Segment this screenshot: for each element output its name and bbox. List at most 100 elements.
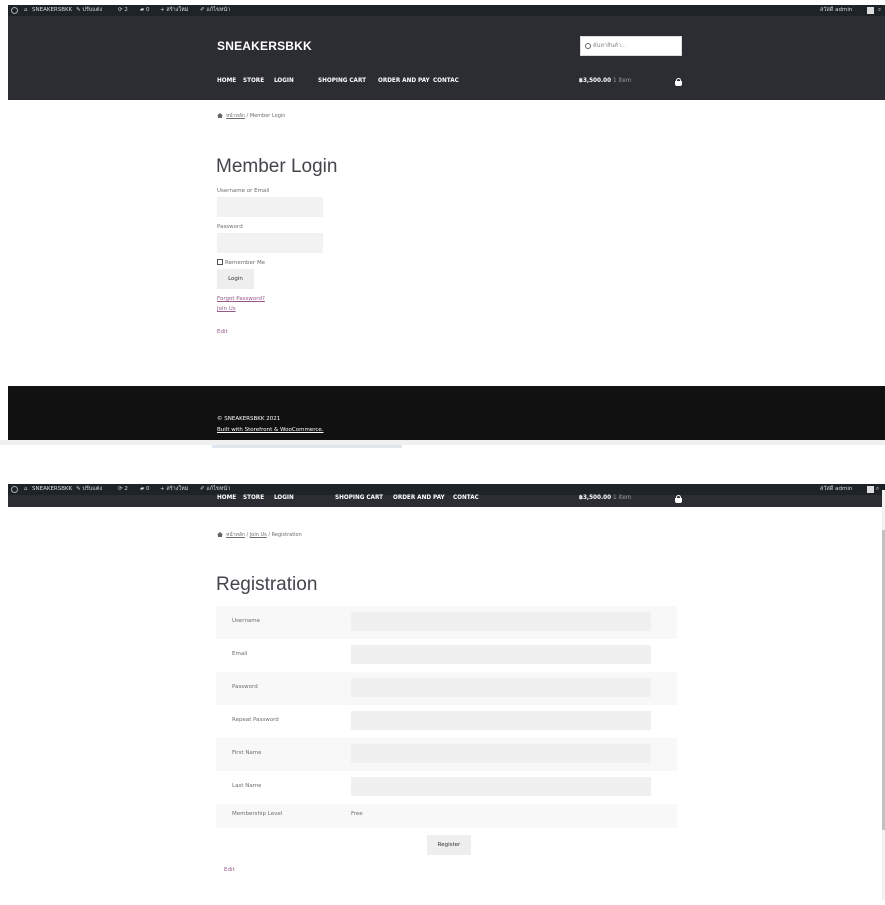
admin-greeting[interactable]: สวัสดี admin xyxy=(820,484,852,495)
site-header: HOME STORE LOGIN ⌄ SHOPING CART ORDER AN… xyxy=(8,495,885,507)
home-icon xyxy=(217,113,223,118)
chevron-down-icon: ⌄ xyxy=(274,495,279,501)
refresh-icon: ⟳ xyxy=(118,486,123,492)
registration-row-membership: Membership Level Free xyxy=(216,804,677,828)
edit-link[interactable]: Edit xyxy=(224,867,235,873)
footer-credit-link[interactable]: Built with Storefront & WooCommerce. xyxy=(217,427,324,433)
breadcrumb-join-us[interactable]: Join Us xyxy=(250,532,267,538)
registration-row-first-name: First Name xyxy=(216,738,677,771)
registration-row-repeat-password: Repeat Password xyxy=(216,705,677,738)
breadcrumb: หน้าหลัก / Member Login xyxy=(217,112,285,120)
first-name-input[interactable] xyxy=(351,744,651,763)
updates-link[interactable]: ⟳ 2 xyxy=(118,5,128,16)
nav-home[interactable]: HOME xyxy=(217,78,236,84)
main-nav: HOME STORE LOGIN ⌄ SHOPING CART ORDER AN… xyxy=(217,78,459,84)
avatar[interactable] xyxy=(867,7,874,14)
remember-checkbox[interactable] xyxy=(217,259,223,265)
username-label: Username or Email xyxy=(217,188,270,194)
login-button[interactable]: Login xyxy=(217,269,254,289)
admin-site-name[interactable]: SNEAKERSBKK xyxy=(32,484,72,495)
search-icon[interactable]: ⌕ xyxy=(878,5,881,16)
new-content-link[interactable]: + สร้างใหม่ xyxy=(160,484,188,495)
home-icon xyxy=(217,532,223,537)
breadcrumb-home[interactable]: หน้าหลัก xyxy=(226,532,245,538)
page-title: Registration xyxy=(216,574,318,595)
comments-link[interactable]: ▰ 0 xyxy=(140,5,149,16)
pencil-icon: ✐ xyxy=(200,486,205,492)
breadcrumb-home[interactable]: หน้าหลัก xyxy=(226,113,245,119)
nav-shoping-cart[interactable]: SHOPING CART xyxy=(318,78,366,84)
search-icon xyxy=(585,43,591,49)
last-name-input[interactable] xyxy=(351,777,651,796)
remember-me[interactable]: Remember Me xyxy=(217,259,265,266)
nav-order-and-pay[interactable]: ORDER AND PAY xyxy=(378,78,430,84)
membership-level-label: Membership Level xyxy=(232,811,283,817)
site-header: SNEAKERSBKK ค้นหาสินค้า... HOME STORE LO… xyxy=(8,16,885,100)
nav-store[interactable]: STORE xyxy=(243,495,264,501)
comments-link[interactable]: ▰ 0 xyxy=(140,484,149,495)
pencil-icon: ✐ xyxy=(200,7,205,13)
updates-link[interactable]: ⟳ 2 xyxy=(118,484,128,495)
repeat-password-input[interactable] xyxy=(351,711,651,730)
repeat-password-label: Repeat Password xyxy=(232,717,279,723)
register-button[interactable]: Register xyxy=(427,835,471,855)
edit-page-link[interactable]: ✐ แก้ไขหน้า xyxy=(200,5,230,16)
header-cart[interactable]: ฿3,500.00 1 item xyxy=(579,78,631,84)
registration-row-password: Password xyxy=(216,672,677,705)
nav-home[interactable]: HOME xyxy=(217,495,236,501)
footer-copyright: © SNEAKERSBKK 2021 xyxy=(217,416,281,422)
edit-page-link[interactable]: ✐ แก้ไขหน้า xyxy=(200,484,230,495)
brush-icon: ✎ xyxy=(76,7,81,13)
nav-contac[interactable]: CONTAC xyxy=(453,495,479,501)
nav-contac[interactable]: CONTAC xyxy=(433,78,459,84)
password-input[interactable] xyxy=(351,678,651,697)
password-input[interactable] xyxy=(217,233,323,253)
home-icon: ⌂ xyxy=(24,486,28,492)
search-icon[interactable]: ⌕ xyxy=(876,484,879,495)
avatar[interactable] xyxy=(867,486,874,493)
username-label: Username xyxy=(232,618,261,624)
taskbar-strip xyxy=(0,440,885,445)
admin-greeting[interactable]: สวัสดี admin xyxy=(820,5,852,16)
basket-icon[interactable] xyxy=(675,78,682,86)
breadcrumb-current: Registration xyxy=(271,532,302,538)
edit-link[interactable]: Edit xyxy=(217,329,228,335)
email-label: Email xyxy=(232,651,248,657)
join-us-link[interactable]: Join Us xyxy=(217,306,236,312)
comment-icon: ▰ xyxy=(140,486,145,492)
header-cart[interactable]: ฿3,500.00 1 item xyxy=(579,495,631,501)
registration-row-email: Email xyxy=(216,639,677,672)
first-name-label: First Name xyxy=(232,750,262,756)
admin-bar: ⌂ SNEAKERSBKK ✎ ปรับแต่ง ⟳ 2 ▰ 0 + สร้าง… xyxy=(8,5,885,16)
forgot-password-link[interactable]: Forgot Password? xyxy=(217,296,265,302)
password-label: Password xyxy=(217,224,243,230)
refresh-icon: ⟳ xyxy=(118,7,123,13)
plus-icon: + xyxy=(160,486,165,492)
registration-row-last-name: Last Name xyxy=(216,771,677,804)
page-title: Member Login xyxy=(216,156,338,177)
product-search-input[interactable]: ค้นหาสินค้า... xyxy=(580,36,682,56)
comment-icon: ▰ xyxy=(140,7,145,13)
username-input[interactable] xyxy=(351,612,651,631)
wordpress-logo-icon[interactable] xyxy=(11,7,18,14)
new-content-link[interactable]: + สร้างใหม่ xyxy=(160,5,188,16)
chevron-down-icon: ⌄ xyxy=(274,78,279,84)
nav-order-and-pay[interactable]: ORDER AND PAY xyxy=(393,495,445,501)
nav-store[interactable]: STORE xyxy=(243,78,264,84)
nav-shoping-cart[interactable]: SHOPING CART xyxy=(335,495,383,501)
main-nav: HOME STORE LOGIN ⌄ SHOPING CART ORDER AN… xyxy=(217,495,479,501)
home-icon: ⌂ xyxy=(24,7,28,13)
brush-icon: ✎ xyxy=(76,486,81,492)
basket-icon[interactable] xyxy=(675,495,682,503)
site-brand[interactable]: SNEAKERSBKK xyxy=(217,39,312,53)
admin-site-name[interactable]: SNEAKERSBKK xyxy=(32,5,72,16)
customize-link[interactable]: ✎ ปรับแต่ง xyxy=(76,5,102,16)
taskbar-icons xyxy=(212,445,402,448)
plus-icon: + xyxy=(160,7,165,13)
username-input[interactable] xyxy=(217,197,323,217)
customize-link[interactable]: ✎ ปรับแต่ง xyxy=(76,484,102,495)
last-name-label: Last Name xyxy=(232,783,262,789)
breadcrumb: หน้าหลัก / Join Us / Registration xyxy=(217,531,302,539)
email-input[interactable] xyxy=(351,645,651,664)
wordpress-logo-icon[interactable] xyxy=(11,486,18,493)
